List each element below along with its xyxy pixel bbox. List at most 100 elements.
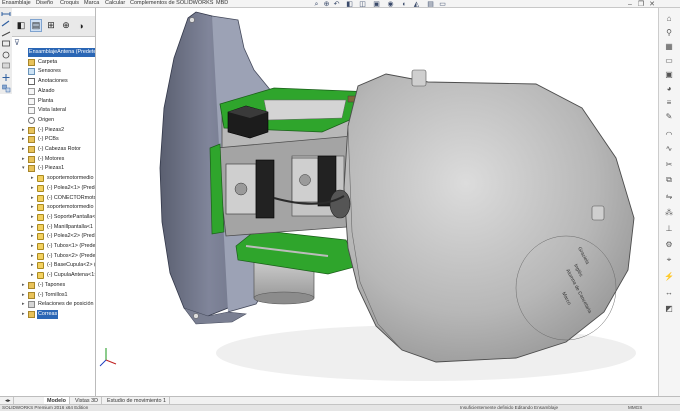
plane-icon <box>28 107 35 115</box>
tab-complementos[interactable]: Complementos de SOLIDWORKS <box>128 0 215 7</box>
explode-icon[interactable] <box>2 84 11 93</box>
tab-marca[interactable]: Marca <box>82 0 101 7</box>
tree-item[interactable]: ▸ (-) BaseCupula<2> ( <box>12 261 95 270</box>
feature-manager-tab-icon[interactable]: ◧ <box>15 19 27 32</box>
status-left: SOLIDWORKS Premium 2016 x64 Edition <box>2 405 89 410</box>
folder-icon <box>28 281 35 289</box>
tree-item-label: (-) BaseCupula<2> ( <box>47 262 96 269</box>
tree-item-label: Planta <box>38 97 54 104</box>
model-view[interactable]: Graciela Inglés Alumna de Cancelaria Mar… <box>96 8 658 396</box>
stepper-motor-left[interactable] <box>225 159 275 219</box>
pattern-icon[interactable]: ⁂ <box>663 206 675 218</box>
tree-item[interactable]: Alzado <box>12 87 95 96</box>
rapid-sketch-icon[interactable]: ⚡ <box>663 270 675 282</box>
instant2d-icon[interactable]: ↔ <box>663 286 675 298</box>
shaded-sketch-icon[interactable]: ◩ <box>663 302 675 314</box>
tab-mbd[interactable]: MBD <box>214 0 230 7</box>
tree-item[interactable]: Origen <box>12 116 95 125</box>
tree-item[interactable]: Sensores <box>12 67 95 76</box>
graphics-area[interactable]: Graciela Inglés Alumna de Cancelaria Mar… <box>96 8 658 396</box>
status-units[interactable]: MMGS <box>628 405 642 411</box>
task-pane: ⌂ ⚲ ▦ ▭ ▣ ◕ ≡ ✎ ◠ ∿ ✂ ⧉ ⇋ ⁂ ⊥ ⚙ ⌖ ⚡ ↔ ◩ <box>658 8 680 396</box>
resources-icon[interactable]: ⚲ <box>663 26 675 38</box>
property-manager-tab-icon[interactable]: ▤ <box>30 19 42 32</box>
tree-item[interactable]: ▸ (-) Tapones <box>12 281 95 290</box>
line-icon[interactable] <box>1 31 11 37</box>
repair-icon[interactable]: ⚙ <box>663 238 675 250</box>
tree-item[interactable]: Carpeta <box>12 58 95 67</box>
configuration-manager-tab-icon[interactable]: ⊞ <box>45 19 57 32</box>
tree-item[interactable]: ▸ soportemotormedio <box>12 174 95 183</box>
forum-icon[interactable]: ✎ <box>663 110 675 122</box>
tree-item[interactable]: ▸ (-) Tubos<1> (Prede <box>12 242 95 251</box>
tree-item[interactable]: ▸ (-) Tubos<2> (Prede <box>12 252 95 261</box>
trim-icon[interactable]: ✂ <box>663 158 675 170</box>
stepper-motor-right[interactable] <box>291 155 337 207</box>
dome-cupula[interactable]: Graciela Inglés Alumna de Cancelaria Mar… <box>343 69 635 363</box>
appearances-icon[interactable]: ◕ <box>663 82 675 94</box>
tree-item[interactable]: ▸ (-) Polea2<2> (Pred <box>12 232 95 241</box>
filter-icon[interactable]: ⊽ <box>14 38 94 47</box>
tree-item[interactable]: ▸ (-) Motores <box>12 155 95 164</box>
tree-item-label: soportemotormedio <box>47 175 94 182</box>
tree-item-label: (-) Piezas1 <box>38 165 65 172</box>
custom-properties-icon[interactable]: ≡ <box>663 96 675 108</box>
tree-item-label: (-) SoportePantalla< <box>47 213 96 220</box>
tree-item[interactable]: EnsamblajeAntena (Predeterminado) <box>12 48 95 57</box>
feature-manager-panel: ◧ ▤ ⊞ ⊕ ◑ ⊽ EnsamblajeAntena (Predetermi… <box>12 8 96 398</box>
mirror-icon[interactable]: ⇋ <box>663 190 675 202</box>
tree-item[interactable]: ▸ (-) Piezas2 <box>12 126 95 135</box>
tab-ensamblaje[interactable]: Ensamblaje <box>0 0 33 7</box>
relations-icon[interactable]: ⊥ <box>663 222 675 234</box>
offset-icon[interactable]: ⧉ <box>663 174 675 186</box>
part-icon <box>37 175 44 183</box>
tree-item-label: (-) Polea2<2> (Pred <box>47 233 95 240</box>
quick-snaps-icon[interactable]: ⌖ <box>663 254 675 266</box>
move-icon[interactable] <box>2 74 10 81</box>
mate-icon[interactable] <box>2 62 10 69</box>
mate-icon <box>28 301 35 309</box>
rectangle-icon[interactable] <box>2 40 10 47</box>
status-middle: Insuficientemente definido Editando Ensa… <box>460 405 559 410</box>
tree-item-label: (-) Motores <box>38 155 65 162</box>
folder-icon <box>28 146 35 153</box>
annot-icon <box>28 78 35 86</box>
circle-icon[interactable] <box>2 51 10 59</box>
tree-item[interactable]: ▸ (-) CONECTORmoto <box>12 194 95 203</box>
design-library-icon[interactable]: ▦ <box>663 40 675 52</box>
sketch-icon[interactable] <box>1 20 10 27</box>
view-palette-icon[interactable]: ▣ <box>663 68 675 80</box>
tree-item-label: (-) PCBs <box>38 136 59 143</box>
folder-icon <box>28 126 35 134</box>
tree-item[interactable]: ▾ (-) Piezas1 <box>12 164 95 173</box>
tree-item[interactable]: ▸ (-) CupulaAntena<1: <box>12 271 95 280</box>
tab-calcular[interactable]: Calcular <box>103 0 127 7</box>
tree-item[interactable]: ▸ Correas <box>12 309 95 319</box>
tree-item[interactable]: ▸ (-) Manillpantalla<1 <box>12 223 95 232</box>
arc-icon[interactable]: ◠ <box>663 128 675 140</box>
display-manager-tab-icon[interactable]: ◑ <box>75 19 87 32</box>
home-icon[interactable]: ⌂ <box>663 12 675 24</box>
tree-item[interactable]: ▸ (-) Tornillos1 <box>12 291 95 300</box>
file-explorer-icon[interactable]: ▭ <box>663 54 675 66</box>
tree-item[interactable]: Anotaciones <box>12 77 95 86</box>
part-icon <box>37 223 44 231</box>
tree-item-label: Vista lateral <box>38 107 67 114</box>
tree-item-label: (-) Tornillos1 <box>38 291 68 298</box>
tree-item[interactable]: ▸ (-) Cabezas Rotor <box>12 145 95 154</box>
tree-item[interactable]: Vista lateral <box>12 106 95 115</box>
tree-item[interactable]: ▸ (-) SoportePantalla< <box>12 213 95 222</box>
tree-item-label: (-) Polea2<1> (Prede <box>47 184 96 191</box>
tree-item-label: Alzado <box>38 87 55 94</box>
tree-item[interactable]: ▸ (-) PCBs <box>12 135 95 144</box>
tab-diseno[interactable]: Diseño <box>34 0 55 7</box>
top-motor[interactable] <box>227 105 269 139</box>
tree-item[interactable]: ▸ Relaciones de posición <box>12 300 95 309</box>
tree-item[interactable]: ▸ (-) Polea2<1> (Prede <box>12 184 95 193</box>
smart-dimension-icon[interactable] <box>1 12 11 16</box>
tab-croquis[interactable]: Croquis <box>58 0 81 7</box>
tree-item[interactable]: ▸ soportemotormedio <box>12 203 95 212</box>
dimxpert-tab-icon[interactable]: ⊕ <box>60 19 72 32</box>
tree-item[interactable]: Planta <box>12 97 95 106</box>
spline-icon[interactable]: ∿ <box>663 142 675 154</box>
